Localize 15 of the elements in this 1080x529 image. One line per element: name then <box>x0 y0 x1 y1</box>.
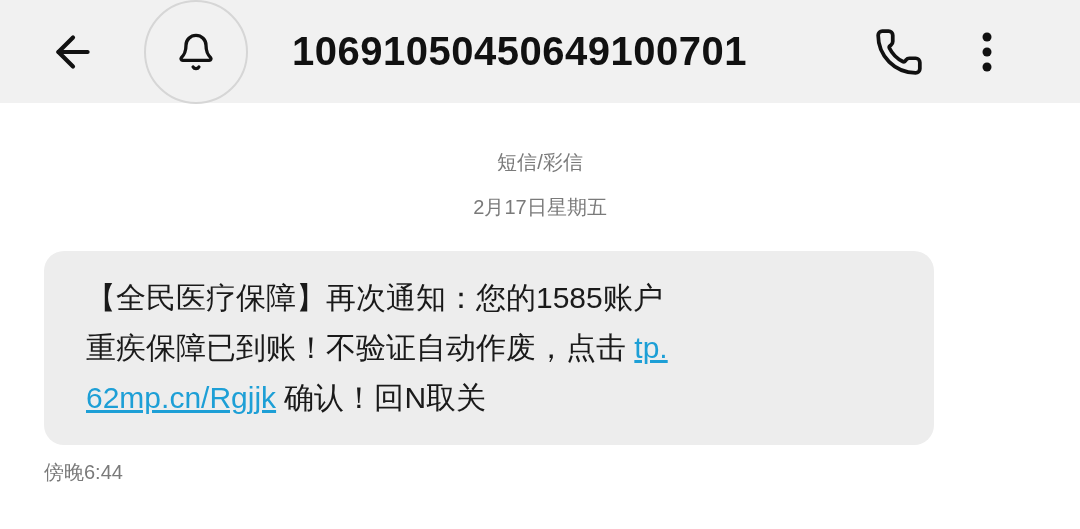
message-link[interactable]: tp. <box>634 331 668 364</box>
call-button[interactable] <box>874 26 924 77</box>
menu-icon <box>982 31 992 72</box>
bell-icon <box>176 31 216 72</box>
message-time: 傍晚6:44 <box>44 460 124 485</box>
message-text: 重疾保障已到账！不验证自动作废，点击 <box>86 331 627 364</box>
message-type-label: 短信/彩信 <box>497 150 583 175</box>
message-text: 【全民医疗保障】再次通知：您的1585账户 <box>86 281 663 314</box>
message-text: 确认！回N取关 <box>283 381 487 414</box>
notification-button[interactable] <box>144 0 248 104</box>
date-label: 2月17日星期五 <box>473 195 607 220</box>
message-link[interactable]: 62mp.cn/Rgjjk <box>86 381 277 414</box>
more-button[interactable] <box>982 31 992 72</box>
sender-number: 10691050450649100701 <box>292 29 748 74</box>
phone-icon <box>874 26 924 77</box>
